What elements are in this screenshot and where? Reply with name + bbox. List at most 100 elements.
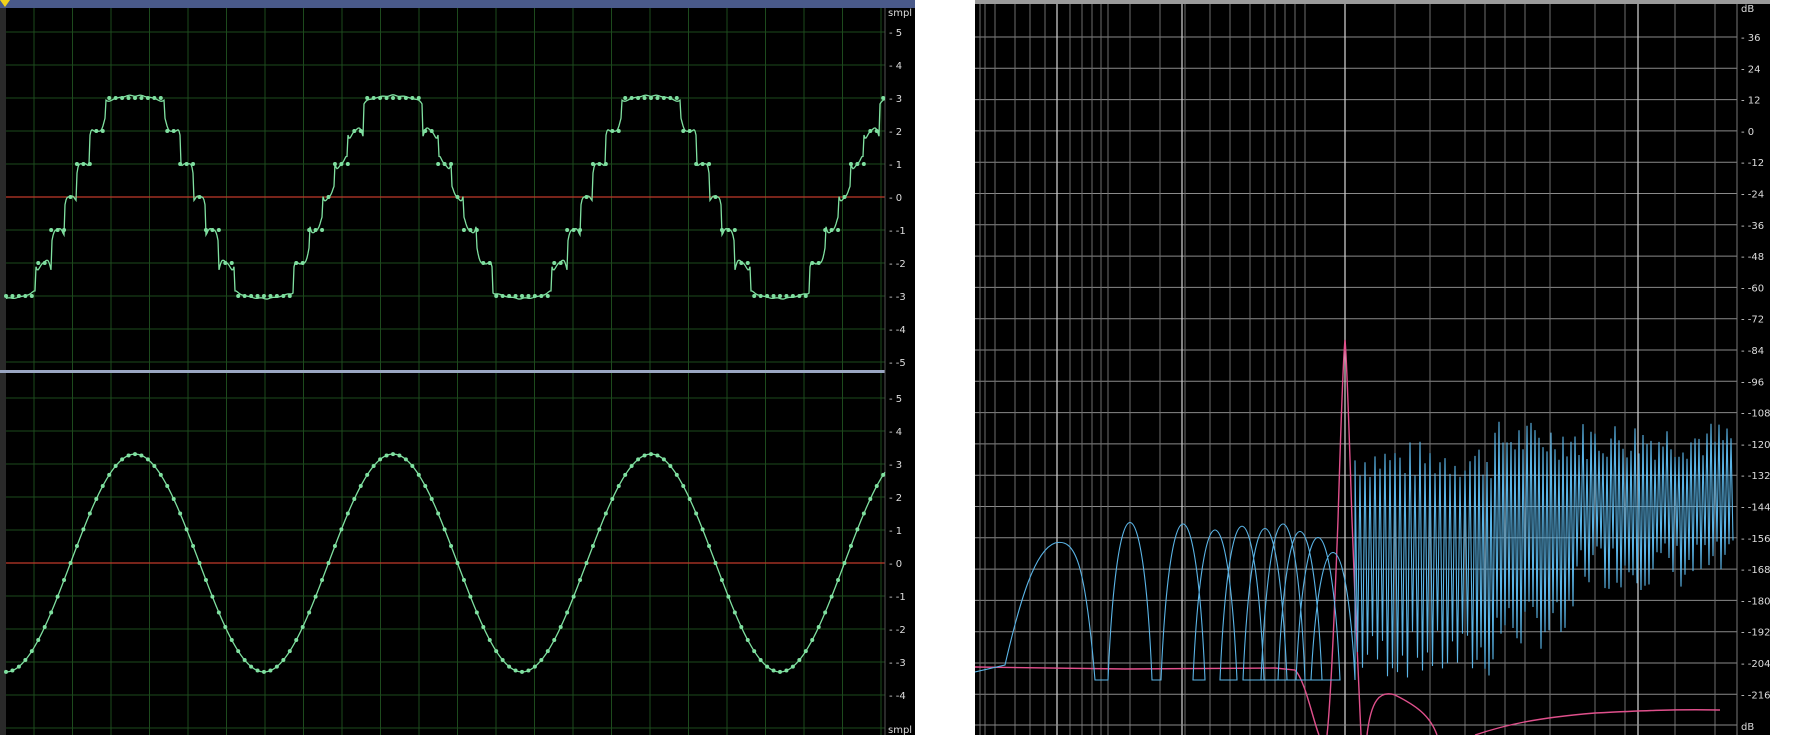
top-sample-dot <box>700 162 705 166</box>
top-axis-tick-label: - 3 <box>889 94 902 105</box>
bottom-sample-dot <box>294 638 299 642</box>
bottom-sample-dot <box>249 664 254 669</box>
top-sample-dot <box>565 228 570 232</box>
bottom-sample-dot <box>487 638 492 642</box>
bottom-sample-dot <box>590 543 595 548</box>
bottom-sample-dot <box>403 457 408 462</box>
top-sample-dot <box>855 162 860 166</box>
bottom-sample-dot <box>836 578 841 583</box>
top-sample-dot <box>494 294 499 298</box>
top-sample-dot <box>603 162 608 166</box>
bottom-sample-dot <box>197 561 202 565</box>
top-sample-dot <box>320 228 325 232</box>
top-sample-dot <box>410 96 415 100</box>
top-sample-dot <box>87 162 92 166</box>
bottom-axis-tick-label: - 2 <box>889 493 902 504</box>
top-sample-dot <box>423 129 428 133</box>
bottom-sample-dot <box>455 561 460 565</box>
bottom-sample-dot <box>584 561 589 565</box>
bottom-sample-dot <box>371 463 376 468</box>
bottom-sample-dot <box>610 496 615 501</box>
db-tick-label: - -156 <box>1741 534 1770 545</box>
top-sample-dot <box>578 228 583 232</box>
top-sample-dot <box>236 294 241 298</box>
bottom-sample-dot <box>758 658 763 663</box>
top-sample-dot <box>94 129 99 133</box>
bottom-sample-dot <box>107 472 112 477</box>
bottom-sample-dot <box>320 578 325 583</box>
db-unit-label-bottom: dB <box>1741 722 1754 733</box>
bottom-sample-dot <box>274 664 279 669</box>
bottom-sample-dot <box>636 457 641 462</box>
bottom-sample-dot <box>713 561 718 565</box>
bottom-sample-dot <box>436 511 441 516</box>
bottom-sample-dot <box>42 625 47 630</box>
bottom-sample-dot <box>855 527 860 532</box>
top-sample-dot <box>68 195 73 199</box>
playhead-marker-icon[interactable] <box>0 0 10 7</box>
bottom-sample-dot <box>62 578 67 583</box>
spectrum-display[interactable]: - 36 - 24 - 12 - 0 - -12 - -24 - -36 - -48 - -60… <box>975 0 1770 735</box>
top-sample-dot <box>610 129 615 133</box>
top-sample-dot <box>429 129 434 133</box>
top-sample-dot <box>752 294 757 298</box>
bottom-sample-dot <box>326 561 331 565</box>
bottom-sample-dot <box>255 668 260 673</box>
bottom-sample-dot <box>674 472 679 477</box>
bottom-sample-dot <box>300 625 305 630</box>
db-tick-label: - -168 <box>1741 565 1770 576</box>
top-sample-dot <box>468 228 473 232</box>
top-sample-dot <box>487 261 492 265</box>
top-axis-tick-label: - 4 <box>889 61 902 72</box>
top-sample-dot <box>229 261 234 265</box>
top-sample-dot <box>216 228 221 232</box>
top-sample-dot <box>391 96 395 100</box>
top-sample-dot <box>42 261 47 265</box>
top-sample-dot <box>623 96 628 100</box>
bottom-sample-dot <box>74 543 79 548</box>
top-sample-dot <box>655 96 660 100</box>
top-sample-dot <box>197 195 202 199</box>
top-sample-dot <box>616 129 621 133</box>
top-sample-dot <box>829 228 834 232</box>
waveform-display[interactable]: - 5 - 4 - 3 - 2 - 1 - 0 - -1 - -2 - -3 - -4 - -5 - … <box>0 0 915 735</box>
top-sample-dot <box>642 96 647 100</box>
waveform-panel[interactable]: - 5 - 4 - 3 - 2 - 1 - 0 - -1 - -2 - -3 - -4 - -5 - … <box>0 0 915 735</box>
top-sample-dot <box>500 294 505 298</box>
bottom-axis-tick-label: - -1 <box>889 592 906 603</box>
bottom-sample-dot <box>603 511 608 516</box>
db-tick-label: - -48 <box>1741 252 1764 263</box>
bottom-sample-dot <box>16 664 21 669</box>
bottom-sample-dot <box>416 472 421 477</box>
top-sample-dot <box>23 294 28 298</box>
bottom-sample-dot <box>771 668 776 673</box>
bottom-sample-dot <box>378 457 383 462</box>
bottom-sample-dot <box>87 511 92 516</box>
top-sample-dot <box>403 96 408 100</box>
bottom-sample-dot <box>184 527 189 532</box>
top-sample-dot <box>345 162 350 166</box>
bottom-sample-dot <box>823 610 828 615</box>
top-sample-dot <box>223 261 228 265</box>
bottom-sample-dot <box>68 561 73 565</box>
bottom-axis-tick-label: - 1 <box>889 526 902 537</box>
top-sample-dot <box>449 162 454 166</box>
top-axis-tick-label: - 0 <box>889 193 902 204</box>
top-sample-dot <box>481 261 486 265</box>
top-sample-dot <box>365 96 370 100</box>
bottom-sample-dot <box>513 668 518 673</box>
top-sample-dot <box>4 294 8 298</box>
bottom-sample-dot <box>874 484 879 488</box>
bottom-sample-dot <box>810 638 815 642</box>
bottom-sample-dot <box>649 452 653 457</box>
top-sample-dot <box>74 162 79 166</box>
bottom-sample-dot <box>778 669 782 674</box>
top-sample-dot <box>674 96 679 100</box>
spectrum-panel[interactable]: - 36 - 24 - 12 - 0 - -12 - -24 - -36 - -48 - -60… <box>975 0 1770 735</box>
bottom-sample-dot <box>545 649 550 654</box>
top-sample-dot <box>539 294 544 298</box>
top-sample-dot <box>107 96 112 100</box>
top-sample-dot <box>836 228 841 232</box>
bottom-sample-dot <box>171 496 176 501</box>
top-sample-dot <box>532 294 537 298</box>
